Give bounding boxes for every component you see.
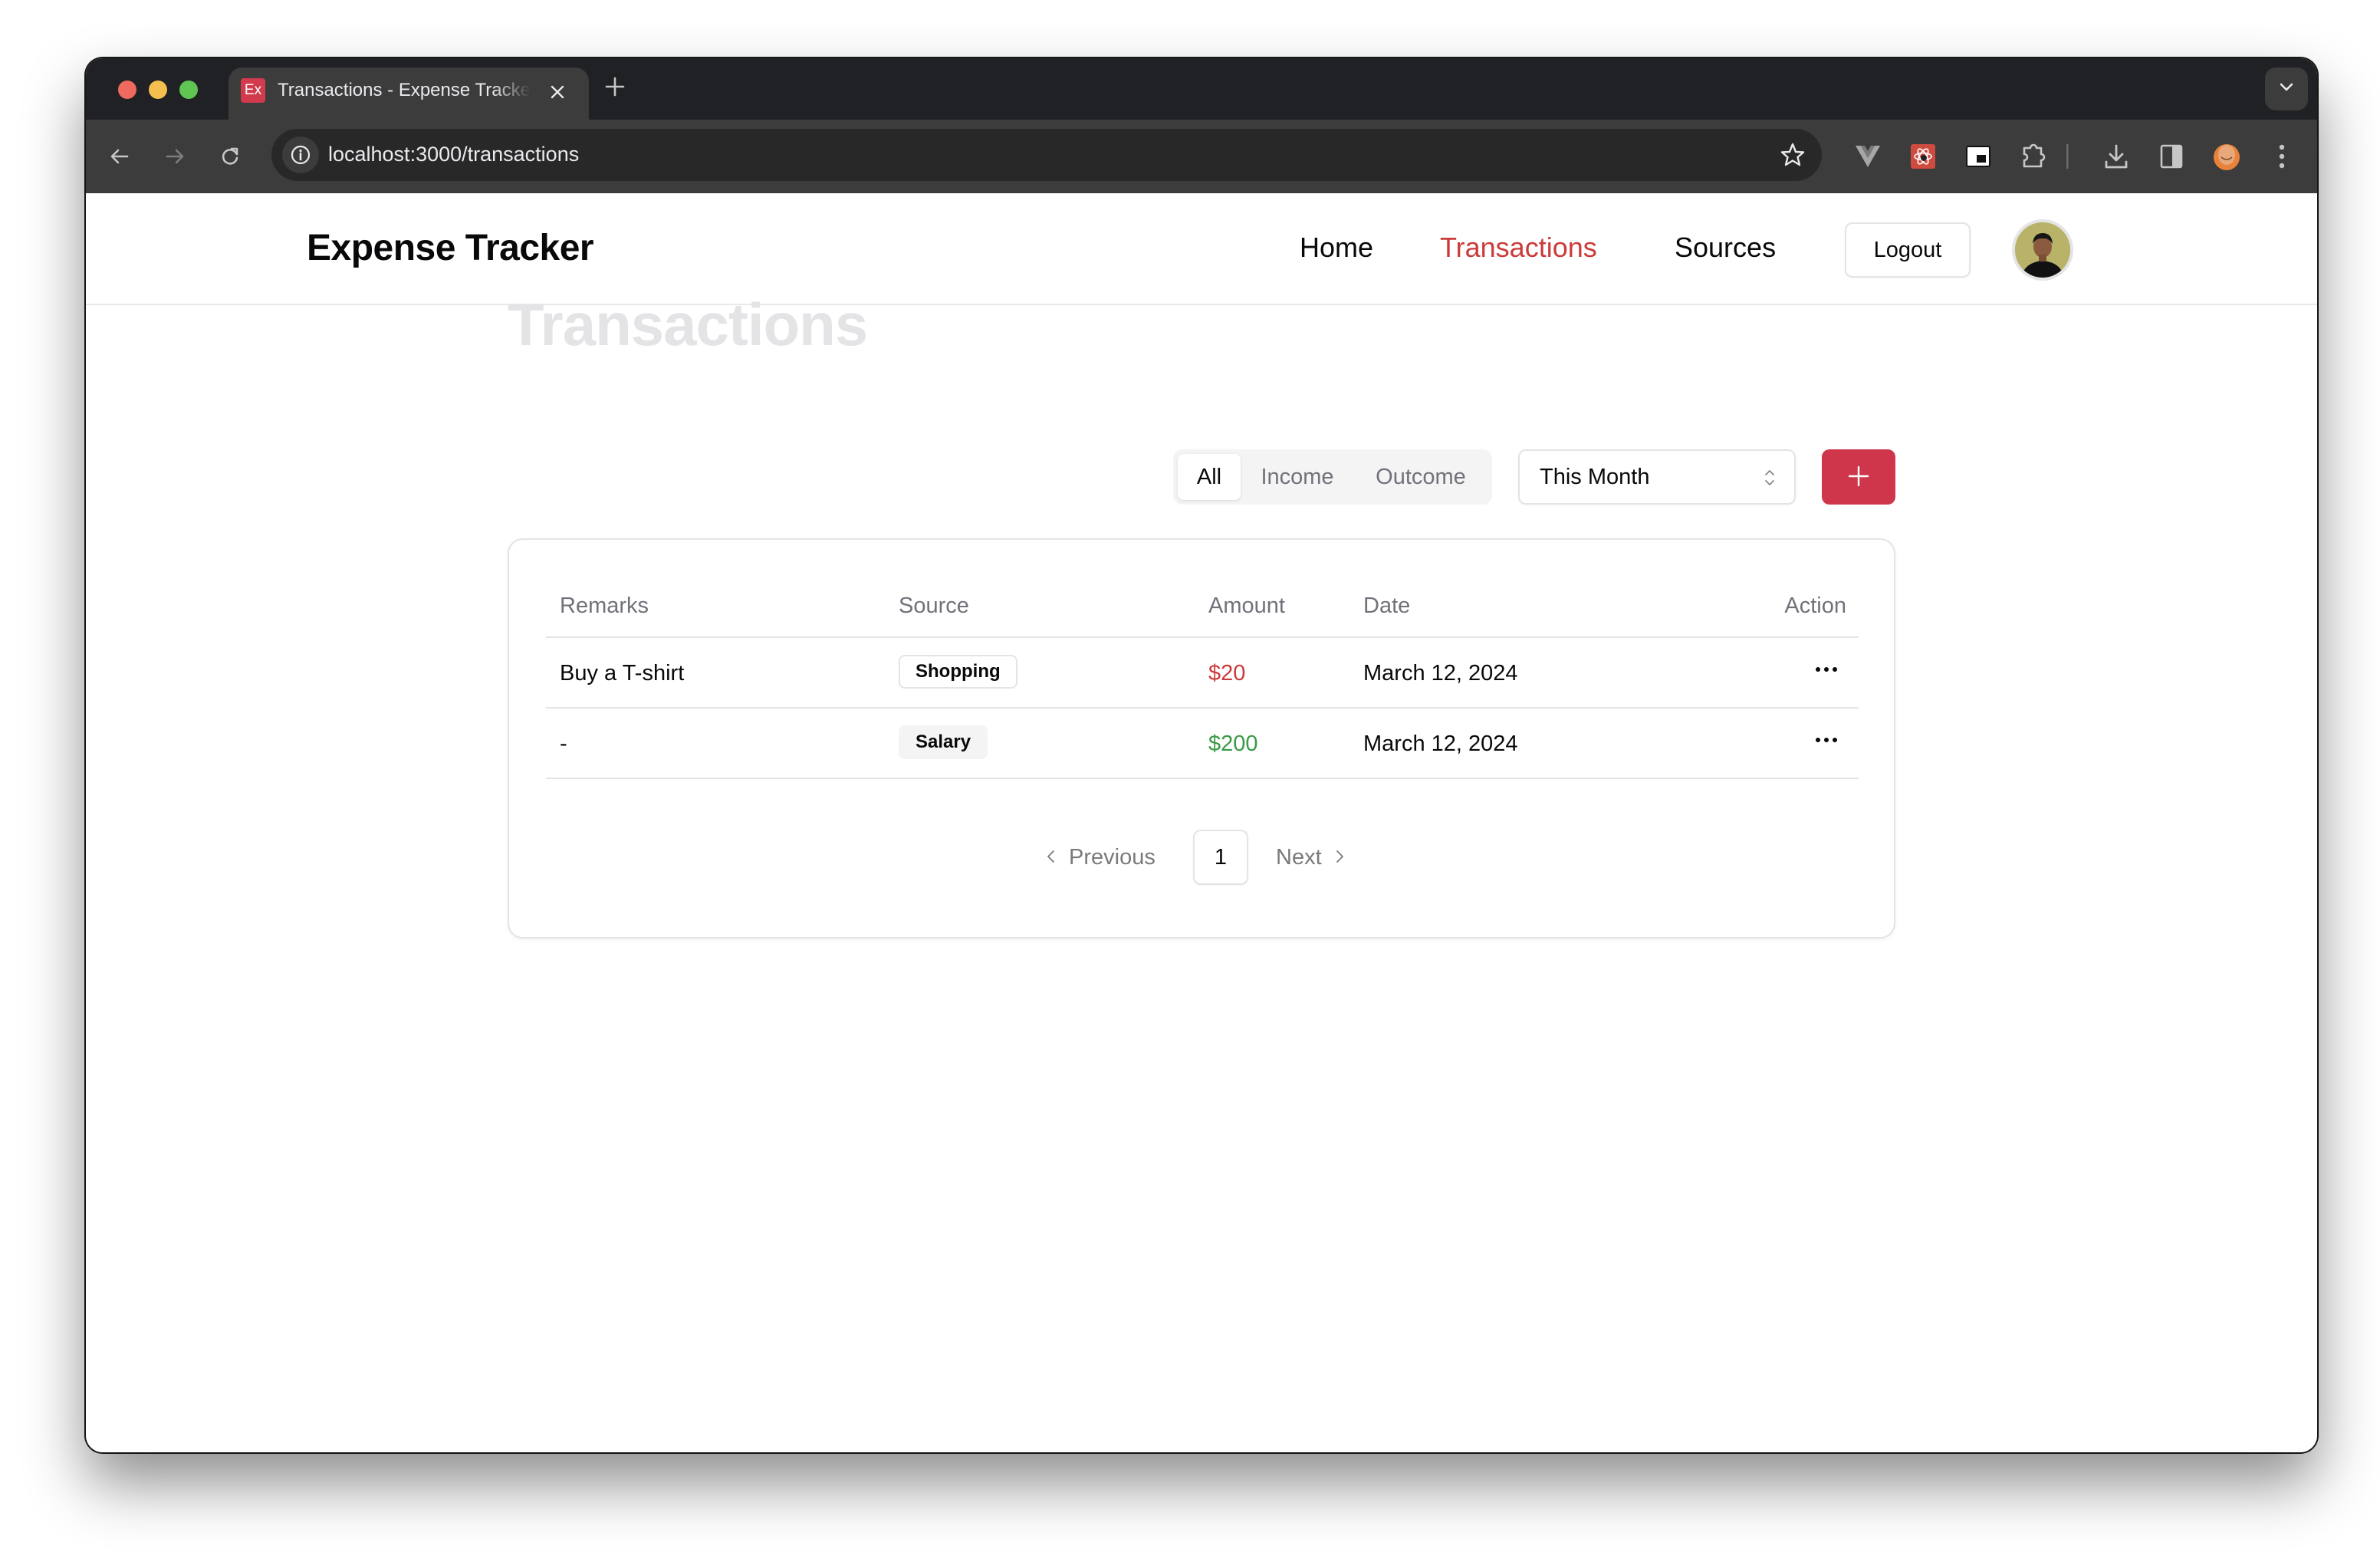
tab-title: Transactions - Expense Tracker xyxy=(278,80,531,100)
favicon-icon: Ex xyxy=(241,78,265,103)
reload-icon xyxy=(222,147,238,165)
column-header-action: Action xyxy=(1784,594,1846,618)
app-header: Expense Tracker Home Transactions Source… xyxy=(86,193,2317,305)
column-header-amount: Amount xyxy=(1208,594,1285,618)
browser-toolbar: localhost:3000/transactions xyxy=(86,120,2317,193)
forward-button[interactable] xyxy=(159,141,190,172)
cell-remarks: Buy a T-shirt xyxy=(560,661,685,686)
kebab-menu-icon[interactable] xyxy=(2267,141,2297,172)
vue-devtools-icon[interactable] xyxy=(1852,141,1883,172)
logout-button[interactable]: Logout xyxy=(1845,222,1971,278)
pagination-previous-button[interactable]: Previous xyxy=(1046,837,1155,877)
chevrons-up-down-icon xyxy=(1764,466,1776,489)
profile-avatar-icon[interactable] xyxy=(2211,141,2242,172)
new-tab-button[interactable] xyxy=(604,67,626,113)
reload-button[interactable] xyxy=(215,141,245,172)
row-actions-button[interactable] xyxy=(1811,658,1842,681)
side-panel-icon[interactable] xyxy=(2156,141,2187,172)
column-header-source: Source xyxy=(899,594,969,618)
pagination: Previous 1 Next xyxy=(509,830,1894,885)
cell-amount: $20 xyxy=(1208,661,1246,686)
source-badge: Salary xyxy=(899,725,988,759)
address-bar[interactable]: localhost:3000/transactions xyxy=(271,129,1822,181)
back-button[interactable] xyxy=(104,141,135,172)
transaction-type-filter: All Income Outcome xyxy=(1173,449,1492,505)
browser-window: Ex Transactions - Expense Tracker localh… xyxy=(86,58,2317,1452)
period-select[interactable]: This Month xyxy=(1518,449,1796,505)
download-icon[interactable] xyxy=(2101,141,2132,172)
nav-link-home[interactable]: Home xyxy=(1300,232,1373,264)
nav-link-transactions[interactable]: Transactions xyxy=(1440,232,1597,264)
period-select-value: This Month xyxy=(1540,465,1650,489)
toolbar-divider xyxy=(2064,141,2070,172)
url-text[interactable]: localhost:3000/transactions xyxy=(328,143,579,166)
browser-tab-active[interactable]: Ex Transactions - Expense Tracker xyxy=(228,67,589,120)
add-transaction-button[interactable] xyxy=(1822,449,1895,505)
close-window-button[interactable] xyxy=(118,81,136,99)
cell-date: March 12, 2024 xyxy=(1363,661,1518,686)
tab-strip: Ex Transactions - Expense Tracker xyxy=(86,58,2317,120)
pagination-next-button[interactable]: Next xyxy=(1276,837,1345,877)
close-icon[interactable] xyxy=(549,77,566,113)
ellipsis-dot xyxy=(1833,667,1837,672)
minimize-window-button[interactable] xyxy=(149,81,167,99)
source-badge: Shopping xyxy=(899,655,1017,689)
info-icon[interactable] xyxy=(282,136,319,173)
ellipsis-icon xyxy=(1816,667,1820,672)
table-row: Buy a T-shirt Shopping $20 March 12, 202… xyxy=(546,638,1859,709)
react-devtools-icon[interactable] xyxy=(1908,141,1938,172)
user-photo-icon xyxy=(2015,222,2070,278)
brand-logo-text[interactable]: Expense Tracker xyxy=(307,227,594,269)
arrow-left-icon xyxy=(110,149,129,164)
pagination-page-current[interactable]: 1 xyxy=(1193,830,1248,885)
nav-link-sources[interactable]: Sources xyxy=(1675,232,1776,264)
pagination-next-label: Next xyxy=(1276,844,1322,870)
star-icon[interactable] xyxy=(1777,140,1808,174)
cell-amount: $200 xyxy=(1208,732,1258,756)
transactions-card: Remarks Source Amount Date Action Buy a … xyxy=(508,538,1895,939)
user-avatar[interactable] xyxy=(2012,219,2073,281)
chevron-left-icon xyxy=(1046,845,1055,870)
cell-remarks: - xyxy=(560,732,567,756)
row-actions-button[interactable] xyxy=(1811,728,1842,751)
column-header-date: Date xyxy=(1363,594,1411,618)
filter-tab-income[interactable]: Income xyxy=(1247,454,1348,500)
tab-search-button[interactable] xyxy=(2265,67,2308,110)
ellipsis-dot xyxy=(1833,738,1837,742)
ellipsis-icon xyxy=(1816,738,1820,742)
filter-tab-outcome[interactable]: Outcome xyxy=(1354,454,1488,500)
ellipsis-dot xyxy=(1824,738,1829,742)
chevron-down-icon xyxy=(2279,82,2294,97)
chevron-right-icon xyxy=(1336,845,1345,870)
maximize-window-button[interactable] xyxy=(179,81,198,99)
picture-in-picture-icon[interactable] xyxy=(1963,141,1994,172)
pagination-previous-label: Previous xyxy=(1069,844,1155,870)
filter-tab-all[interactable]: All xyxy=(1178,454,1241,500)
table-row: - Salary $200 March 12, 2024 xyxy=(546,709,1859,779)
extensions-puzzle-icon[interactable] xyxy=(2018,141,2049,172)
arrow-right-icon xyxy=(166,149,184,164)
ellipsis-dot xyxy=(1824,667,1829,672)
plus-icon xyxy=(1847,465,1870,490)
transactions-table: Remarks Source Amount Date Action Buy a … xyxy=(546,575,1859,779)
column-header-remarks: Remarks xyxy=(560,594,649,618)
table-header: Remarks Source Amount Date Action xyxy=(546,575,1859,638)
cell-date: March 12, 2024 xyxy=(1363,732,1518,756)
page-title: Transactions xyxy=(508,291,868,358)
app-viewport: Expense Tracker Home Transactions Source… xyxy=(86,193,2317,1452)
